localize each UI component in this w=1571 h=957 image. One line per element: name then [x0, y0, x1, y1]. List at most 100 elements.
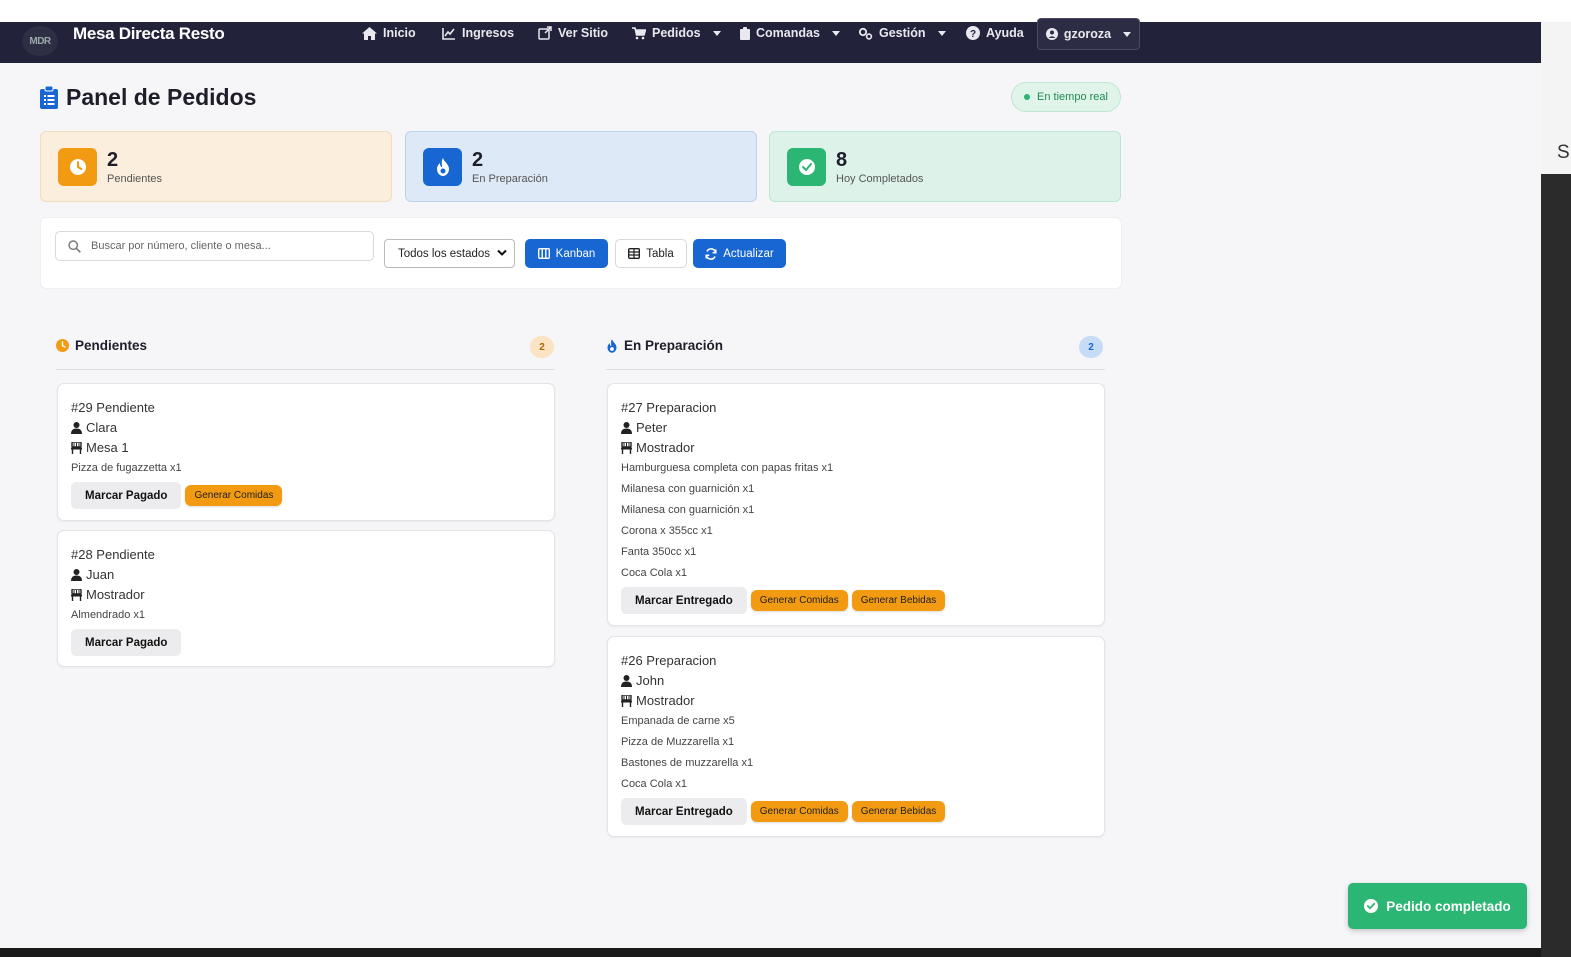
- search-placeholder: Buscar por número, cliente o mesa...: [91, 240, 271, 252]
- column-title-pending: Pendientes: [75, 338, 148, 353]
- stat-icon-box: [423, 147, 462, 186]
- mark-paid-button[interactable]: Marcar Pagado: [71, 482, 182, 509]
- order-card[interactable]: #28 Pendiente Juan Mostrador Almendrado …: [57, 530, 555, 667]
- mark-paid-button[interactable]: Marcar Pagado: [71, 629, 182, 656]
- columns-icon: [537, 248, 550, 259]
- nav-ver-sitio-label: Ver Sitio: [558, 26, 609, 40]
- nav-pedidos[interactable]: Pedidos: [632, 22, 721, 44]
- order-item: Almendrado x1: [71, 609, 145, 621]
- toast-message: Pedido completado: [1386, 898, 1511, 914]
- clock-icon: [56, 339, 69, 352]
- table-name: Mostrador: [636, 440, 695, 455]
- kanban-board: Pendientes 2 En Preparación 2 #29 Pendie…: [40, 322, 1122, 852]
- status-filter-value: Todos los estados: [398, 247, 491, 260]
- page-title-row: Panel de Pedidos: [40, 84, 256, 111]
- help-icon: ?: [966, 26, 980, 40]
- table-view-button[interactable]: Tabla: [615, 239, 687, 268]
- customer-name: Clara: [86, 420, 118, 435]
- column-title-preparing: En Preparación: [624, 338, 724, 353]
- navbar: MDR Mesa Directa Resto Inicio Ingresos V…: [0, 18, 1541, 63]
- nav-gestion-label: Gestión: [879, 26, 926, 40]
- mark-delivered-button[interactable]: Marcar Entregado: [621, 587, 747, 614]
- user-menu-button[interactable]: gzoroza: [1037, 18, 1140, 50]
- live-dot-icon: [1024, 94, 1031, 100]
- generate-food-button[interactable]: Generar Comidas: [750, 590, 848, 611]
- refresh-button[interactable]: Actualizar: [693, 239, 786, 268]
- column-divider: [606, 369, 1105, 370]
- side-panel-letter: S: [1557, 142, 1570, 163]
- user-icon: [71, 422, 82, 434]
- nav-pedidos-label: Pedidos: [652, 26, 701, 40]
- generate-drinks-button[interactable]: Generar Bebidas: [851, 801, 946, 822]
- nav-ingresos[interactable]: Ingresos: [442, 22, 514, 44]
- search-input[interactable]: Buscar por número, cliente o mesa...: [55, 231, 374, 261]
- order-item: Fanta 350cc x1: [621, 546, 697, 558]
- order-id: #29 Pendiente: [71, 400, 155, 415]
- column-divider: [56, 369, 555, 370]
- refresh-icon: [705, 247, 717, 260]
- chart-line-icon: [442, 27, 455, 40]
- order-card[interactable]: #27 Preparacion Peter Mostrador Hamburgu…: [607, 383, 1105, 626]
- filter-toolbar: Buscar por número, cliente o mesa... Tod…: [40, 217, 1122, 289]
- order-actions: Marcar Entregado Generar Comidas Generar…: [621, 587, 1091, 614]
- order-item: Pizza de Muzzarella x1: [621, 736, 735, 748]
- top-strip: [0, 0, 1571, 22]
- order-table: Mostrador: [621, 438, 1091, 458]
- chevron-down-icon: [831, 30, 840, 36]
- search-icon: [68, 239, 81, 253]
- order-id: #27 Preparacion: [621, 400, 717, 415]
- count-badge-pending: 2: [530, 336, 554, 358]
- nav-inicio[interactable]: Inicio: [362, 22, 416, 44]
- status-filter-select[interactable]: Todos los estados: [384, 239, 515, 268]
- order-table: Mesa 1: [71, 438, 541, 458]
- stat-card-completed: 8 Hoy Completados: [769, 131, 1121, 202]
- order-id: #26 Preparacion: [621, 653, 717, 668]
- order-item: Corona x 355cc x1: [621, 525, 713, 537]
- chevron-down-icon: [497, 249, 507, 256]
- customer-name: John: [636, 673, 665, 688]
- stat-label: Pendientes: [107, 172, 163, 185]
- order-table: Mostrador: [71, 585, 541, 605]
- chevron-down-icon: [712, 30, 721, 36]
- generate-food-button[interactable]: Generar Comidas: [750, 801, 848, 822]
- chair-icon: [71, 589, 82, 601]
- nav-comandas-label: Comandas: [756, 26, 820, 40]
- stat-card-preparing: 2 En Preparación: [405, 131, 757, 202]
- user-circle-icon: [1045, 28, 1058, 40]
- nav-inicio-label: Inicio: [383, 26, 416, 40]
- live-status-label: En tiempo real: [1037, 91, 1108, 103]
- brand-name[interactable]: Mesa Directa Resto: [73, 24, 225, 44]
- nav-comandas[interactable]: Comandas: [740, 22, 840, 44]
- table-icon: [628, 248, 641, 259]
- user-icon: [621, 422, 632, 434]
- generate-food-button[interactable]: Generar Comidas: [185, 485, 283, 506]
- column-header-preparing: En Preparación: [606, 338, 723, 353]
- order-customer: John: [621, 671, 1091, 691]
- logo[interactable]: MDR: [22, 26, 58, 56]
- nav-gestion[interactable]: Gestión: [858, 22, 946, 44]
- nav-ayuda[interactable]: ? Ayuda: [966, 22, 1024, 44]
- nav-ver-sitio[interactable]: Ver Sitio: [538, 22, 608, 44]
- generate-drinks-button[interactable]: Generar Bebidas: [851, 590, 946, 611]
- customer-name: Juan: [86, 567, 115, 582]
- user-icon: [71, 569, 82, 581]
- order-card[interactable]: #29 Pendiente Clara Mesa 1 Pizza de fuga…: [57, 383, 555, 521]
- order-item: Hamburguesa completa con papas fritas x1: [621, 462, 834, 474]
- kanban-view-button[interactable]: Kanban: [525, 239, 608, 268]
- order-actions: Marcar Pagado Generar Comidas: [71, 482, 541, 509]
- order-item: Coca Cola x1: [621, 567, 688, 579]
- order-actions: Marcar Entregado Generar Comidas Generar…: [621, 798, 1091, 825]
- stat-icon-box: [58, 147, 97, 186]
- toast-notification[interactable]: Pedido completado: [1348, 883, 1527, 929]
- nav-ingresos-label: Ingresos: [462, 26, 515, 40]
- user-icon: [621, 675, 632, 687]
- order-actions: Marcar Pagado: [71, 629, 541, 656]
- clipboard-icon: [740, 26, 750, 40]
- order-id: #28 Pendiente: [71, 547, 155, 562]
- bottom-bar: [0, 948, 1541, 957]
- order-card[interactable]: #26 Preparacion John Mostrador Empanada …: [607, 636, 1105, 837]
- order-item: Empanada de carne x5: [621, 715, 735, 727]
- clipboard-list-icon: [40, 86, 58, 109]
- mark-delivered-button[interactable]: Marcar Entregado: [621, 798, 747, 825]
- chevron-down-icon: [1123, 31, 1132, 37]
